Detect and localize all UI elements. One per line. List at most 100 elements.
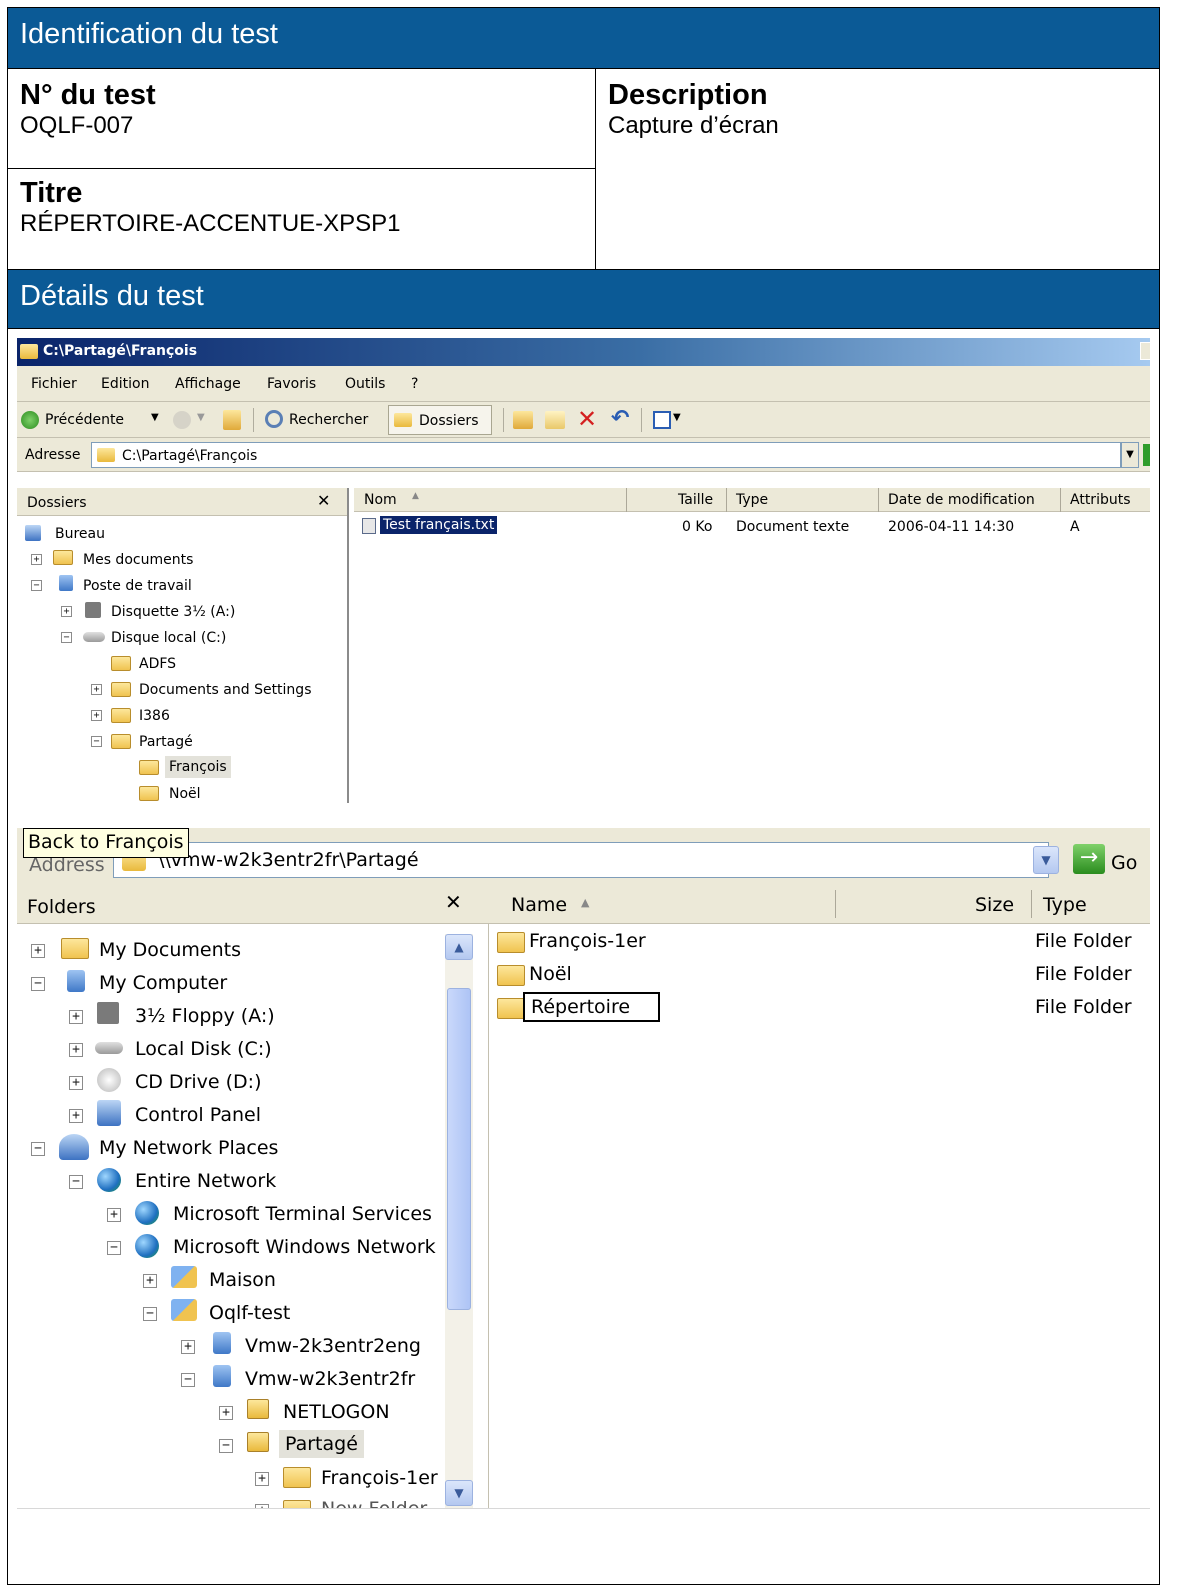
undo-icon[interactable]: ↶ [611, 406, 629, 431]
tree-item-new-folder[interactable]: New Folder [321, 1498, 427, 1508]
tree-item-adfs[interactable]: ADFS [139, 656, 176, 672]
collapse-icon[interactable]: − [69, 1175, 83, 1189]
tree-item-cd-drive[interactable]: CD Drive (D:) [135, 1071, 262, 1093]
expand-icon[interactable]: + [143, 1274, 157, 1288]
folders-toggle-button[interactable]: Dossiers [388, 405, 492, 435]
column-name[interactable]: Name [511, 894, 567, 916]
collapse-icon[interactable]: − [61, 632, 72, 643]
tree-item-maison[interactable]: Maison [209, 1269, 276, 1291]
column-divider[interactable] [1031, 890, 1032, 918]
up-folder-icon[interactable] [223, 410, 241, 430]
tree-item-my-network-places[interactable]: My Network Places [99, 1137, 278, 1159]
address-input[interactable]: C:\Partagé\François [91, 442, 1121, 468]
expand-icon[interactable]: + [69, 1010, 83, 1024]
tree-item-floppy[interactable]: 3½ Floppy (A:) [135, 1005, 275, 1027]
move-to-icon[interactable] [513, 411, 533, 429]
tree-item-disque-local[interactable]: Disque local (C:) [111, 630, 226, 646]
go-icon[interactable] [1143, 444, 1150, 466]
menu-help[interactable]: ? [411, 376, 418, 392]
collapse-icon[interactable]: − [219, 1439, 233, 1453]
address-dropdown-icon[interactable]: ▼ [1033, 846, 1059, 874]
expand-icon[interactable]: + [69, 1109, 83, 1123]
column-nom[interactable]: Nom [364, 492, 397, 508]
column-taille[interactable]: Taille [678, 492, 713, 508]
column-divider[interactable] [726, 488, 727, 512]
expand-icon[interactable]: + [255, 1472, 269, 1486]
expand-icon[interactable]: + [61, 606, 72, 617]
expand-icon[interactable]: + [31, 944, 45, 958]
views-dropdown-icon[interactable]: ▼ [673, 412, 681, 423]
address-input[interactable]: \\vmw-w2k3entr2fr\Partagé [113, 842, 1049, 878]
scroll-thumb[interactable] [447, 988, 471, 1310]
column-date[interactable]: Date de modification [888, 492, 1035, 508]
tree-item-i386[interactable]: I386 [139, 708, 170, 724]
collapse-icon[interactable]: − [181, 1373, 195, 1387]
menu-outils[interactable]: Outils [345, 376, 385, 392]
copy-to-icon[interactable] [545, 411, 565, 429]
forward-icon[interactable] [173, 411, 191, 429]
expand-icon[interactable]: + [91, 684, 102, 695]
tree-item-bureau[interactable]: Bureau [55, 526, 105, 542]
file-name[interactable]: Test français.txt [378, 515, 499, 535]
forward-dropdown-icon[interactable]: ▼ [197, 412, 205, 423]
expand-icon[interactable]: + [69, 1043, 83, 1057]
tree-item-my-documents[interactable]: My Documents [99, 939, 241, 961]
tree-item-documents-and-settings[interactable]: Documents and Settings [139, 682, 311, 698]
tree-item-francois-1er[interactable]: François-1er [321, 1467, 438, 1489]
column-divider[interactable] [878, 488, 879, 512]
tree-item-poste-de-travail[interactable]: Poste de travail [83, 578, 192, 594]
tree-item-oqlf-test[interactable]: Oqlf-test [209, 1302, 290, 1324]
tree-item-disquette[interactable]: Disquette 3½ (A:) [111, 604, 235, 620]
collapse-icon[interactable]: − [31, 977, 45, 991]
rename-input[interactable]: Répertoire [523, 992, 661, 1022]
column-divider[interactable] [626, 488, 627, 512]
delete-icon[interactable]: ✕ [577, 405, 597, 433]
expand-icon[interactable]: + [181, 1340, 195, 1354]
tree-item-local-disk[interactable]: Local Disk (C:) [135, 1038, 272, 1060]
minimize-button[interactable] [1140, 342, 1150, 360]
tree-item-partage[interactable]: Partagé [279, 1430, 364, 1458]
expand-icon[interactable]: + [91, 710, 102, 721]
scroll-down-icon[interactable]: ▼ [445, 1480, 473, 1506]
collapse-icon[interactable]: − [31, 580, 42, 591]
menu-affichage[interactable]: Affichage [175, 376, 241, 392]
collapse-icon[interactable]: − [143, 1307, 157, 1321]
column-size[interactable]: Size [975, 894, 1014, 916]
close-pane-button[interactable]: ✕ [445, 890, 462, 914]
address-dropdown-icon[interactable]: ▼ [1121, 442, 1139, 468]
file-name[interactable]: François-1er [529, 930, 646, 952]
tree-item-vmw-w2k3entr2fr[interactable]: Vmw-w2k3entr2fr [245, 1368, 415, 1390]
tree-item-terminal-services[interactable]: Microsoft Terminal Services [173, 1203, 432, 1225]
expand-icon[interactable]: + [107, 1208, 121, 1222]
tree-item-vmw-2k3entr2eng[interactable]: Vmw-2k3entr2eng [245, 1335, 421, 1357]
menu-favoris[interactable]: Favoris [267, 376, 316, 392]
scroll-up-icon[interactable]: ▲ [445, 934, 473, 960]
column-type[interactable]: Type [736, 492, 768, 508]
column-attributs[interactable]: Attributs [1070, 492, 1131, 508]
go-button[interactable]: Go [1111, 852, 1137, 874]
expand-icon[interactable]: + [69, 1076, 83, 1090]
tree-item-entire-network[interactable]: Entire Network [135, 1170, 276, 1192]
tree-item-mes-documents[interactable]: Mes documents [83, 552, 193, 568]
file-name[interactable]: Noël [529, 963, 572, 985]
column-divider[interactable] [1060, 488, 1061, 512]
back-icon[interactable] [21, 411, 39, 429]
tree-item-control-panel[interactable]: Control Panel [135, 1104, 261, 1126]
views-icon[interactable] [653, 411, 671, 429]
search-icon[interactable] [265, 410, 283, 428]
go-icon[interactable]: → [1073, 844, 1105, 874]
menu-fichier[interactable]: Fichier [31, 376, 77, 392]
collapse-icon[interactable]: − [31, 1142, 45, 1156]
back-button[interactable]: Précédente [45, 412, 124, 428]
tree-item-my-computer[interactable]: My Computer [99, 972, 227, 994]
expand-icon[interactable]: + [31, 554, 42, 565]
column-divider[interactable] [835, 890, 836, 918]
tree-item-noel[interactable]: Noël [169, 786, 201, 802]
collapse-icon[interactable]: − [91, 736, 102, 747]
tree-item-netlogon[interactable]: NETLOGON [283, 1401, 390, 1423]
collapse-icon[interactable]: − [107, 1241, 121, 1255]
column-type[interactable]: Type [1043, 894, 1087, 916]
search-button[interactable]: Rechercher [289, 412, 368, 428]
back-dropdown-icon[interactable]: ▼ [151, 412, 159, 423]
expand-icon[interactable]: + [219, 1406, 233, 1420]
